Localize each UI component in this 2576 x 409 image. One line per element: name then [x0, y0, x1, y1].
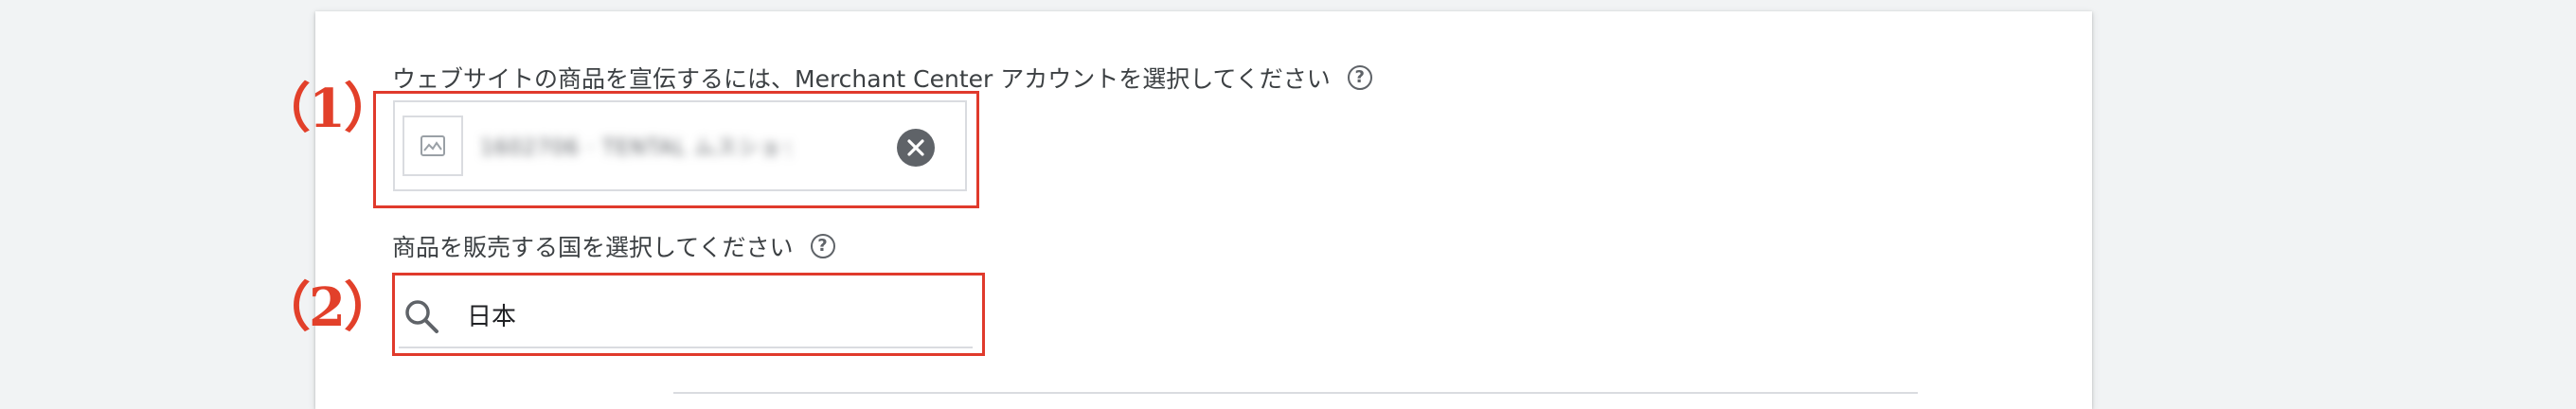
- merchant-account-label-text: ウェブサイトの商品を宣伝するには、Merchant Center アカウントを選…: [392, 65, 1331, 93]
- help-circle-icon[interactable]: ?: [1347, 65, 1372, 90]
- search-icon: [403, 298, 441, 340]
- merchant-account-name: 1602706 · TENTAL ムスショップ: [480, 136, 791, 160]
- help-circle-icon[interactable]: ?: [810, 234, 835, 258]
- image-placeholder-icon: [402, 116, 463, 176]
- merchant-account-label: ウェブサイトの商品を宣伝するには、Merchant Center アカウントを選…: [392, 61, 1372, 95]
- selected-merchant-account[interactable]: 1602706 · TENTAL ムスショップ: [393, 100, 967, 191]
- country-label: 商品を販売する国を選択してください ?: [392, 229, 835, 263]
- country-label-text: 商品を販売する国を選択してください: [392, 234, 794, 261]
- country-search-value[interactable]: 日本: [467, 297, 516, 332]
- annotation-marker-2: （2）: [258, 276, 397, 339]
- search-underline: [399, 347, 973, 348]
- close-circle-icon[interactable]: [897, 129, 935, 167]
- country-search-input[interactable]: 日本: [399, 276, 973, 348]
